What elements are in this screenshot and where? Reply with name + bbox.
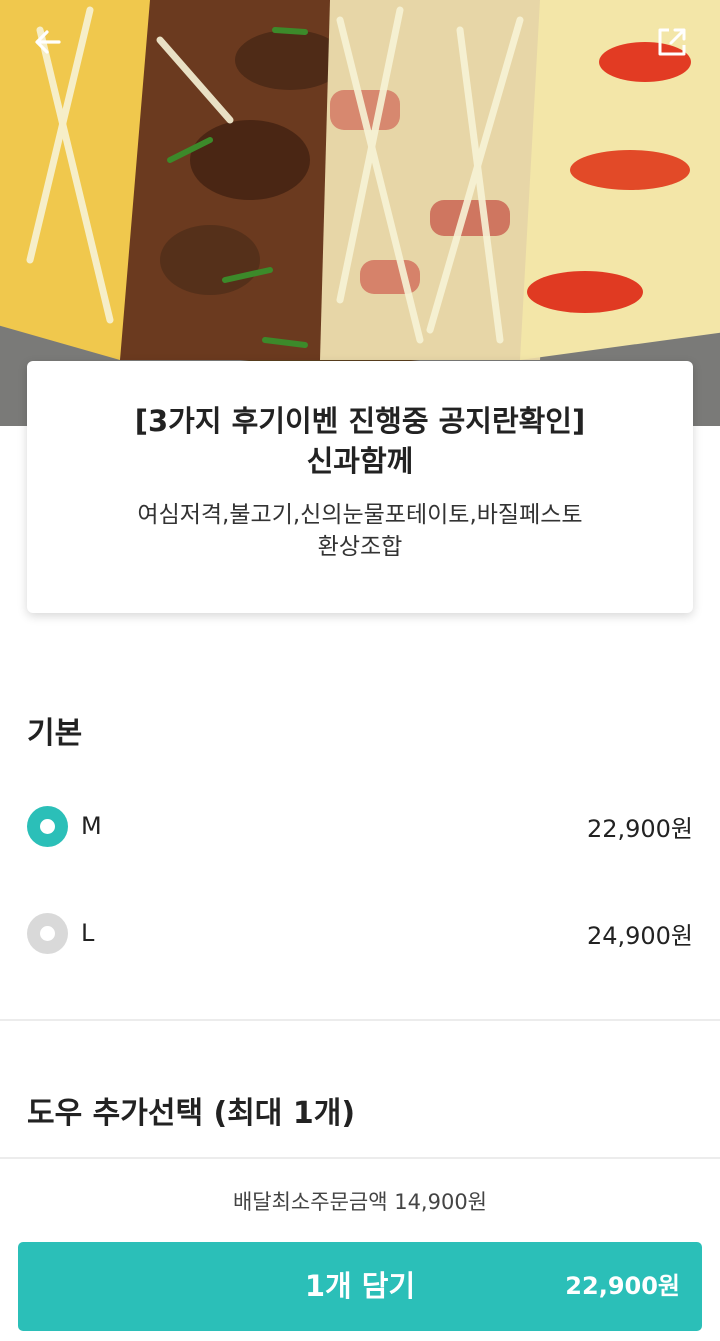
back-button[interactable]: [24, 18, 72, 66]
size-option-l[interactable]: L 24,900원: [27, 911, 693, 955]
size-option-m[interactable]: M 22,900원: [27, 804, 693, 848]
option-group-title-dough: 도우 추가선택 (최대 1개): [27, 1096, 356, 1131]
cart-total-price: 22,900원: [565, 1272, 680, 1300]
option-price: 22,900원: [586, 814, 693, 843]
menu-description-line1: 여심저격,불고기,신의눈물포테이토,바질페스토: [137, 502, 583, 528]
option-group-title-basic: 기본: [27, 716, 83, 751]
share-external-icon: [658, 28, 686, 56]
section-divider: [0, 1019, 720, 1021]
add-to-cart-button[interactable]: 1개 담기 22,900원: [18, 1242, 702, 1331]
radio-selected-icon[interactable]: [27, 805, 68, 847]
menu-title-line1: [3가지 후기이벤 진행중 공지란확인]: [134, 404, 586, 438]
share-button[interactable]: [648, 18, 696, 66]
footer-divider: [0, 1157, 720, 1159]
menu-description: 여심저격,불고기,신의눈물포테이토,바질페스토 환상조합: [80, 499, 640, 563]
menu-description-line2: 환상조합: [317, 534, 403, 560]
menu-title: [3가지 후기이벤 진행중 공지란확인] 신과함께: [80, 401, 640, 481]
option-label: M: [81, 812, 102, 840]
option-price: 24,900원: [586, 921, 693, 950]
min-order-amount: 배달최소주문금액 14,900원: [232, 1190, 488, 1214]
option-label: L: [81, 919, 95, 947]
radio-unselected-icon[interactable]: [27, 912, 68, 954]
arrow-left-icon: [35, 30, 61, 54]
menu-title-line2: 신과함께: [306, 444, 414, 478]
menu-info-card: [3가지 후기이벤 진행중 공지란확인] 신과함께 여심저격,불고기,신의눈물포…: [27, 361, 693, 613]
